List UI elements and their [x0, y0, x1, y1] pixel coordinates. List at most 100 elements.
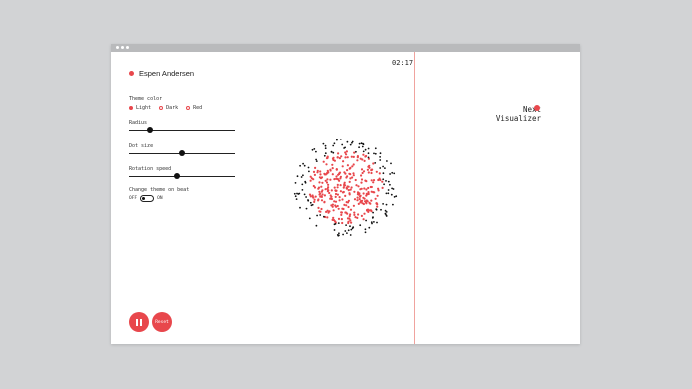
particle-dark: [393, 196, 396, 198]
particle-dark: [342, 233, 344, 236]
particle-dark: [298, 192, 301, 195]
particle-red: [363, 159, 366, 162]
particle-red: [367, 191, 370, 194]
particle-red: [346, 175, 349, 178]
particle-dark: [387, 189, 390, 191]
particle-red: [331, 157, 335, 160]
particle-red: [370, 171, 373, 175]
particle-red: [360, 181, 363, 184]
particle-dark: [365, 219, 367, 222]
particle-dark: [303, 193, 306, 196]
particle-red: [353, 190, 356, 193]
particle-dark: [300, 176, 303, 178]
particle-dark: [307, 166, 310, 169]
dot-size-slider[interactable]: [129, 150, 235, 156]
reset-button[interactable]: Reset: [152, 312, 172, 332]
particle-red: [353, 198, 357, 201]
particle-red: [367, 165, 370, 168]
particle-dark: [385, 192, 388, 195]
particle-dark: [319, 214, 322, 216]
particle-red: [320, 207, 323, 211]
particle-red: [366, 168, 369, 171]
particle-red: [348, 192, 351, 195]
slider-thumb[interactable]: [179, 150, 185, 156]
particle-dark: [337, 222, 340, 224]
particle-red: [341, 191, 345, 194]
rotation-speed-slider[interactable]: [129, 173, 235, 179]
particle-red: [340, 218, 343, 221]
particle-red: [327, 183, 330, 186]
next-visualizer-dot-icon[interactable]: [534, 105, 540, 111]
particle-red: [317, 206, 320, 209]
particle-red: [375, 170, 378, 173]
beat-toggle[interactable]: [140, 195, 155, 202]
particle-visualizer: [293, 139, 398, 237]
particle-red: [319, 195, 322, 198]
slider-thumb[interactable]: [173, 173, 180, 179]
particle-dark: [361, 145, 364, 148]
particle-red: [323, 200, 326, 203]
particle-dark: [295, 198, 298, 200]
particle-dark: [305, 207, 308, 210]
particle-red: [337, 207, 340, 210]
particle-red: [343, 184, 346, 187]
radio-selected-icon[interactable]: [129, 106, 133, 110]
particle-red: [367, 210, 370, 213]
particle-red: [341, 221, 344, 225]
particle-dark: [316, 214, 318, 217]
particle-red: [332, 209, 335, 212]
particle-red: [333, 159, 336, 162]
particle-red: [379, 178, 382, 182]
particle-dark: [339, 139, 342, 140]
theme-option-red[interactable]: Red: [186, 105, 202, 111]
particle-red: [312, 170, 316, 173]
particle-dark: [395, 195, 398, 198]
slider-thumb[interactable]: [147, 127, 154, 133]
theme-option-light[interactable]: Light: [129, 105, 151, 111]
particle-red: [317, 199, 320, 202]
radio-icon[interactable]: [186, 106, 191, 110]
particle-red: [337, 152, 340, 155]
particle-red: [362, 192, 365, 195]
slider-track: [129, 129, 235, 131]
particle-red: [359, 200, 363, 203]
particle-red: [318, 181, 321, 184]
particle-red: [324, 188, 327, 191]
next-visualizer-link[interactable]: Next Visualizer: [481, 105, 541, 123]
particle-dark: [391, 171, 394, 174]
particle-red: [348, 180, 351, 183]
particle-red: [347, 189, 350, 192]
particle-red: [362, 153, 365, 156]
particle-red: [349, 166, 352, 169]
timer: 02:17: [392, 59, 414, 67]
particle-red: [356, 216, 359, 219]
particle-dark: [390, 162, 392, 165]
particle-red: [331, 218, 334, 221]
particle-red: [336, 183, 339, 186]
particle-dark: [333, 142, 336, 145]
particle-red: [346, 164, 349, 167]
radius-slider[interactable]: [129, 127, 235, 133]
radius-label: Radius: [129, 120, 148, 126]
particle-dark: [311, 203, 314, 206]
particle-red: [370, 179, 373, 182]
pause-button[interactable]: [129, 312, 149, 332]
particle-red: [377, 189, 380, 192]
particle-red: [314, 195, 317, 198]
particle-red: [319, 173, 322, 176]
particle-red: [356, 159, 359, 162]
theme-option-dark[interactable]: Dark: [159, 105, 178, 111]
particle-dark: [322, 142, 325, 145]
panel-divider: [414, 52, 415, 344]
radio-icon[interactable]: [159, 106, 164, 110]
window-dot-icon: [116, 46, 119, 49]
particle-dark: [344, 230, 347, 232]
particle-red: [326, 209, 329, 212]
particle-dark: [301, 189, 304, 191]
particle-red: [330, 204, 333, 207]
particle-red: [326, 216, 329, 219]
particle-red: [362, 218, 365, 221]
particle-red: [370, 199, 373, 202]
particle-red: [316, 171, 319, 174]
particle-red: [367, 171, 370, 174]
